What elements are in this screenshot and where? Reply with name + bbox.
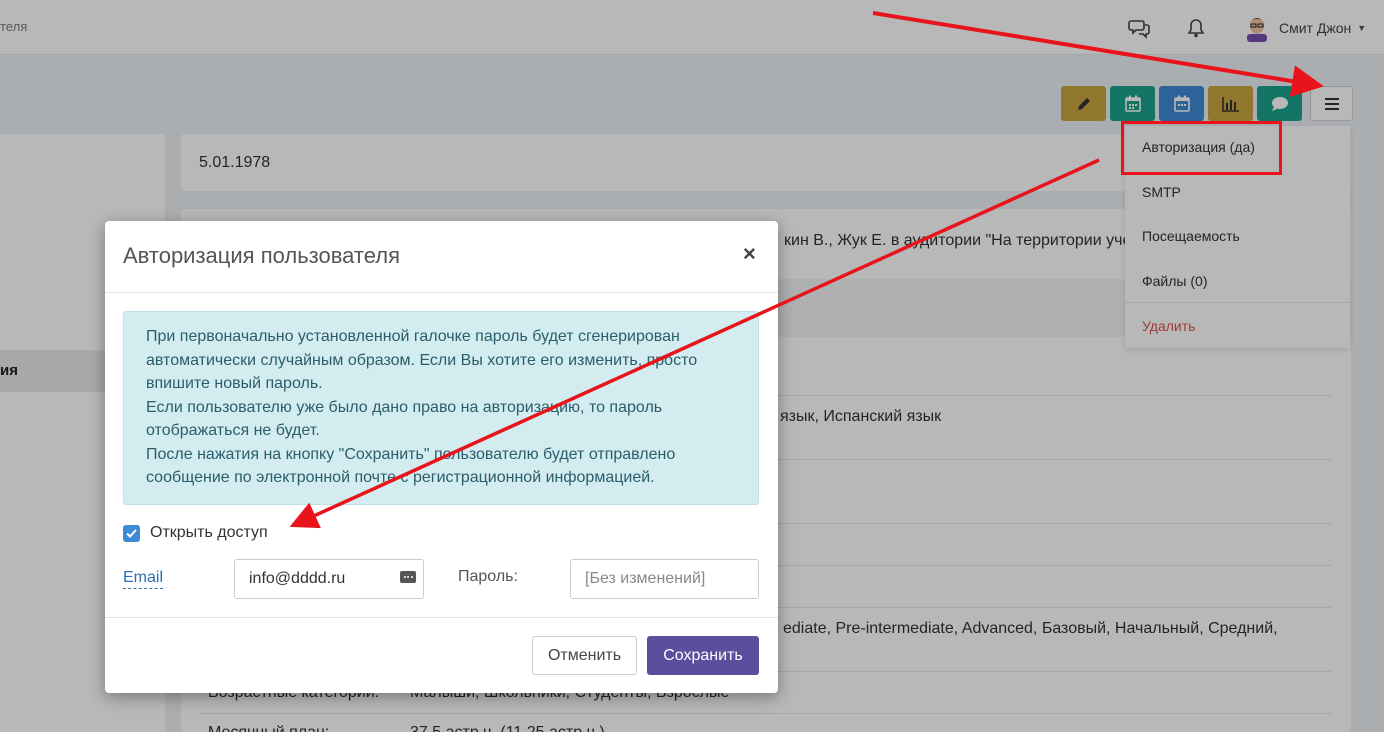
email-field[interactable] (234, 559, 424, 599)
authorization-modal: Авторизация пользователя × При первонача… (105, 221, 778, 693)
modal-divider (105, 292, 778, 293)
password-field[interactable] (570, 559, 759, 599)
modal-divider (105, 617, 778, 618)
checkmark-icon (126, 528, 137, 538)
modal-title: Авторизация пользователя (123, 243, 401, 268)
save-button[interactable]: Сохранить (647, 636, 759, 675)
autofill-key-icon[interactable] (400, 571, 416, 583)
info-alert: При первоначально установленной галочке … (123, 311, 759, 505)
open-access-label[interactable]: Открыть доступ (150, 524, 268, 542)
open-access-row: Открыть доступ (123, 524, 268, 542)
open-access-checkbox[interactable] (123, 524, 140, 542)
alert-line: Если пользователю уже было дано право на… (146, 398, 663, 440)
annotation-highlight-box (1121, 121, 1282, 175)
email-label[interactable]: Email (123, 568, 164, 589)
alert-line: При первоначально установленной галочке … (146, 328, 698, 392)
close-icon[interactable]: × (743, 243, 756, 265)
password-label: Пароль: (458, 568, 518, 585)
alert-line: После нажатия на кнопку "Сохранить" поль… (146, 445, 676, 487)
cancel-button[interactable]: Отменить (532, 636, 637, 675)
